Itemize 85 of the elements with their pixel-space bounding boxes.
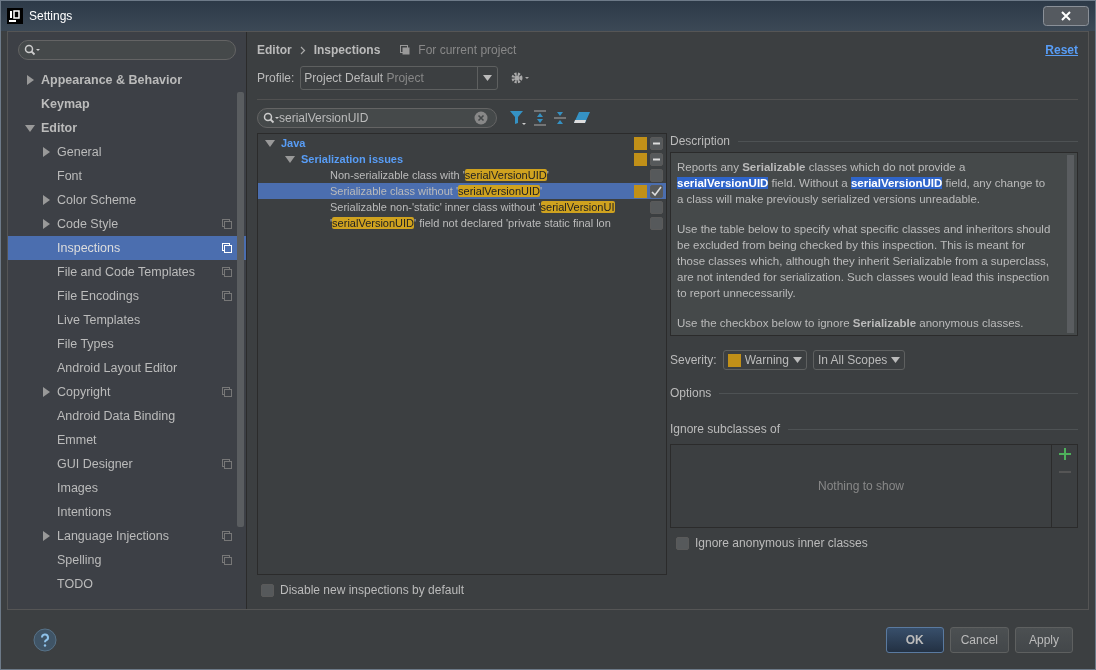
sidebar-item[interactable]: Editor — [8, 116, 246, 140]
sidebar-item[interactable]: Color Scheme — [8, 188, 246, 212]
breadcrumb-item[interactable]: Editor — [257, 41, 292, 59]
scrollbar[interactable] — [237, 92, 244, 527]
sidebar-item[interactable]: Inspections — [8, 236, 246, 260]
sidebar-item[interactable]: Copyright — [8, 380, 246, 404]
close-icon[interactable] — [1043, 6, 1089, 26]
search-icon — [24, 44, 40, 56]
ok-button[interactable]: OK — [885, 626, 944, 653]
clear-icon[interactable] — [474, 111, 488, 125]
inspection-group[interactable]: Serialization issues — [301, 150, 404, 168]
collapsed-arrow-icon[interactable] — [41, 219, 51, 229]
filter-icon[interactable] — [509, 110, 527, 126]
checkmark-icon — [651, 185, 662, 197]
section-title: Description — [670, 133, 731, 150]
checkbox[interactable] — [650, 152, 663, 166]
expanded-arrow-icon[interactable] — [265, 138, 275, 148]
sidebar-item[interactable]: Live Templates — [8, 308, 246, 332]
collapsed-arrow-icon[interactable] — [41, 147, 51, 157]
window-title: Settings — [29, 8, 73, 25]
severity-dropdown[interactable]: Warning — [722, 350, 807, 370]
checkbox-label[interactable]: Ignore anonymous inner classes — [695, 534, 868, 552]
scope-dropdown[interactable]: In All Scopes — [812, 350, 906, 370]
checkbox[interactable] — [650, 168, 663, 182]
caret-icon — [483, 75, 493, 81]
eraser-icon[interactable] — [573, 111, 591, 125]
profile-label: Profile: — [257, 70, 295, 87]
scope-note: For current project — [418, 42, 517, 59]
sidebar-item[interactable]: Spelling — [8, 548, 246, 572]
dialog-button[interactable]: Apply — [1015, 626, 1073, 653]
copy-icon — [400, 45, 411, 55]
severity-label: Severity: — [670, 352, 717, 369]
sidebar-item[interactable]: Intentions — [8, 500, 246, 524]
sidebar-item[interactable]: Android Data Binding — [8, 404, 246, 428]
inspection-group[interactable]: Java — [281, 134, 306, 152]
sidebar-item[interactable]: File and Code Templates — [8, 260, 246, 284]
collapsed-arrow-icon[interactable] — [25, 75, 35, 85]
reset-link[interactable]: Reset — [1045, 41, 1078, 59]
sidebar-item[interactable]: Code Style — [8, 212, 246, 236]
sidebar-item[interactable]: Keymap — [8, 92, 246, 116]
sidebar-item[interactable]: File Encodings — [8, 284, 246, 308]
collapse-all-icon[interactable] — [553, 110, 567, 126]
checkbox[interactable] — [650, 184, 663, 198]
expanded-arrow-icon[interactable] — [285, 154, 295, 164]
help-icon[interactable] — [33, 627, 57, 652]
collapsed-arrow-icon[interactable] — [41, 195, 51, 205]
description-text: Use the checkbox below to ignore Serializable anonymous classes. — [677, 316, 1025, 331]
sidebar-item[interactable]: Android Layout Editor — [8, 356, 246, 380]
sidebar-item[interactable]: Font — [8, 164, 246, 188]
sidebar-item[interactable]: Language Injections — [8, 524, 246, 548]
checkbox[interactable] — [261, 583, 274, 597]
checkbox[interactable] — [650, 200, 663, 214]
checkbox[interactable] — [650, 136, 663, 150]
dialog-button[interactable]: Cancel — [949, 626, 1009, 653]
empty-message: Nothing to show — [817, 478, 905, 495]
chevron-icon — [299, 45, 306, 55]
sidebar-item[interactable]: Appearance & Behavior — [8, 68, 246, 92]
expanded-arrow-icon[interactable] — [25, 123, 35, 133]
filter-box[interactable]: serialVersionUID — [257, 108, 497, 128]
description-text: Use the table below to specify what specific classes and inheritors should be excluded from being checked by this inspection. This is meant for those classes which, although they inherit Serializable from a superclass, are not intended for serialization. Such classes would lead this inspection to report unnecessarily. — [677, 222, 1052, 301]
expand-all-icon[interactable] — [533, 110, 547, 126]
sidebar-item[interactable]: General — [8, 140, 246, 164]
collapsed-arrow-icon[interactable] — [41, 531, 51, 541]
sidebar-item[interactable]: TODO — [8, 572, 246, 596]
checkbox[interactable] — [650, 216, 663, 230]
profile-dropdown[interactable]: Project Default Project — [300, 66, 499, 90]
sidebar-item[interactable]: GUI Designer — [8, 452, 246, 476]
breadcrumb-item: Inspections — [313, 42, 381, 59]
add-icon[interactable] — [1058, 448, 1071, 460]
section-title: Options — [670, 385, 712, 402]
search-icon — [263, 112, 279, 124]
collapsed-arrow-icon[interactable] — [41, 387, 51, 397]
filter-field[interactable]: serialVersionUID — [279, 109, 474, 127]
checkbox[interactable] — [676, 536, 689, 550]
app-logo-icon — [7, 8, 23, 24]
inspection-item[interactable]: Serializable non-'static' inner class without 'serialVersionUI — [330, 198, 615, 216]
description-text: Reports any Serializable classes which do not provide a serialVersionUID field. Without a serialVersionUID field, any change to a class will make previously serialized versions unreadable. — [677, 160, 1047, 207]
section-title: Ignore subclasses of — [670, 421, 781, 438]
checkbox-label[interactable]: Disable new inspections by default — [280, 581, 465, 599]
sidebar-item[interactable]: File Types — [8, 332, 246, 356]
sidebar-item[interactable]: Emmet — [8, 428, 246, 452]
settings-icon[interactable] — [510, 71, 531, 85]
caret-icon — [891, 357, 901, 363]
caret-icon — [792, 357, 802, 363]
sidebar-item[interactable]: Images — [8, 476, 246, 500]
